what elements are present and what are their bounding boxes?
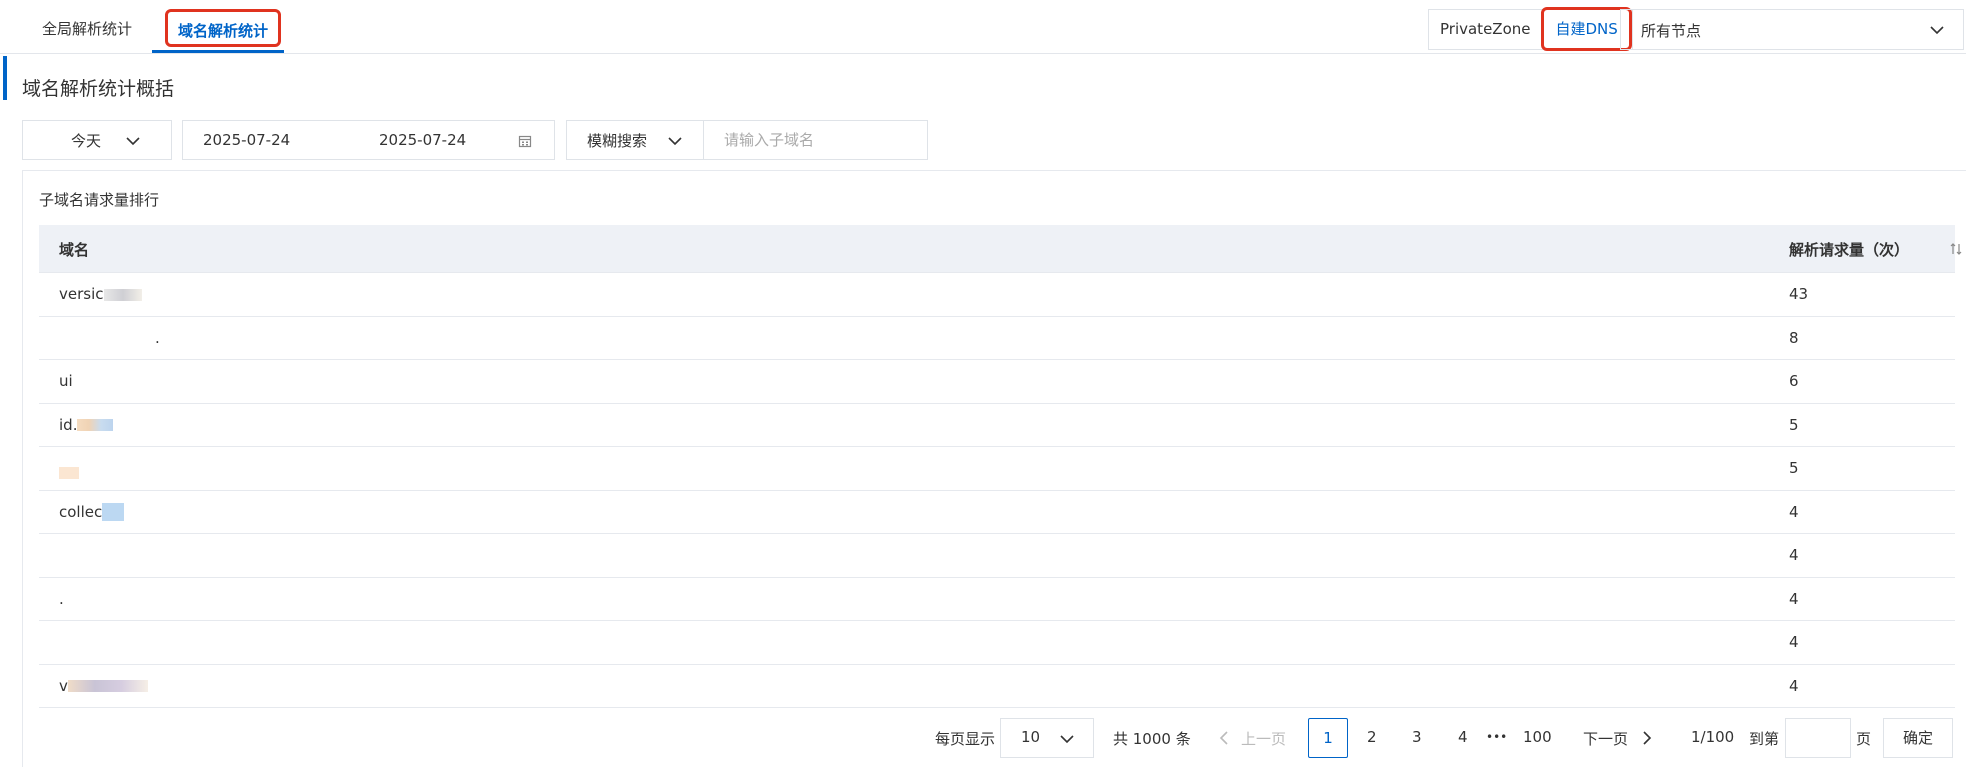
page-status: 1/100: [1691, 728, 1735, 746]
table-header: 域名 解析请求量（次）: [39, 225, 1962, 273]
page-ellipsis[interactable]: •••: [1486, 730, 1507, 744]
count-cell: 4: [1789, 589, 1799, 608]
table-row: 4: [39, 621, 1955, 665]
search-mode-select[interactable]: 模糊搜索: [566, 120, 704, 160]
redacted-block: [59, 332, 155, 344]
column-header-domain: 域名: [59, 241, 90, 259]
table-row: ui 6: [39, 360, 1955, 404]
page-button-3[interactable]: 3: [1412, 728, 1422, 746]
page-button-4[interactable]: 4: [1458, 728, 1468, 746]
domain-cell: .: [59, 329, 160, 347]
domain-cell: [59, 459, 79, 479]
node-select[interactable]: 所有节点: [1620, 9, 1964, 50]
end-date: 2025-07-24: [379, 131, 467, 149]
date-range-select[interactable]: 今天: [22, 120, 172, 160]
section-title: 域名解析统计概括: [22, 78, 175, 100]
table-row: 4: [39, 534, 1955, 578]
domain-cell: v: [59, 677, 148, 695]
tab-domain-stats[interactable]: 域名解析统计: [165, 9, 282, 47]
count-cell: 4: [1789, 546, 1799, 564]
sort-icon[interactable]: [1949, 242, 1963, 256]
count-cell: 8: [1789, 328, 1799, 347]
page-size-label: 每页显示: [935, 730, 996, 748]
ranking-table: 域名 解析请求量（次） versic 43 . 8 ui 6 id. 5 5 c…: [39, 225, 1962, 708]
top-bar: 全局解析统计 域名解析统计 PrivateZone 自建DNS 所有节点: [0, 0, 1966, 54]
env-self-dns-button[interactable]: 自建DNS: [1541, 7, 1632, 51]
chevron-down-icon: [1930, 26, 1944, 35]
date-range-value: 今天: [71, 132, 102, 150]
search-mode-value: 模糊搜索: [587, 132, 648, 150]
page-button-2[interactable]: 2: [1367, 728, 1377, 746]
table-row: 5: [39, 447, 1955, 491]
tab-global-stats[interactable]: 全局解析统计: [38, 14, 136, 46]
count-cell: 6: [1789, 372, 1799, 390]
node-select-value: 所有节点: [1641, 22, 1702, 40]
domain-cell: collec: [59, 503, 125, 521]
table-row: . 8: [39, 317, 1955, 360]
count-cell: 4: [1789, 502, 1799, 521]
count-cell: 5: [1789, 459, 1799, 477]
start-date: 2025-07-24: [203, 131, 291, 149]
domain-cell: .: [59, 589, 64, 608]
table-row: collec 4: [39, 491, 1955, 534]
chevron-right-icon: [1643, 731, 1652, 745]
confirm-button[interactable]: 确定: [1883, 718, 1953, 758]
table-row: id. 5: [39, 404, 1955, 447]
page-button-1[interactable]: 1: [1308, 718, 1348, 758]
card-title: 子域名请求量排行: [39, 191, 160, 209]
redacted-block: [102, 503, 125, 521]
table-row: v 4: [39, 665, 1955, 708]
chevron-down-icon: [1060, 735, 1074, 744]
active-tab-indicator: [152, 50, 284, 53]
pagination: 每页显示 10 共 1000 条 上一页 1 2 3 4 ••• 100 下一页…: [0, 716, 1966, 760]
env-switch: PrivateZone 自建DNS: [1428, 7, 1633, 51]
count-cell: 4: [1789, 633, 1799, 651]
domain-cell: id.: [59, 416, 114, 434]
goto-label: 到第: [1749, 730, 1780, 748]
page-suffix: 页: [1856, 730, 1872, 748]
calendar-icon: [518, 135, 532, 148]
chevron-down-icon: [126, 137, 140, 146]
domain-cell: versic: [59, 285, 142, 303]
count-cell: 5: [1789, 415, 1799, 434]
section-accent-bar: [3, 56, 7, 100]
table-row: versic 43: [39, 273, 1955, 317]
column-header-count[interactable]: 解析请求量（次）: [1789, 239, 1909, 260]
goto-page-input[interactable]: [1785, 718, 1851, 758]
redacted-block: [103, 288, 142, 301]
count-cell: 43: [1789, 285, 1809, 303]
chevron-down-icon: [668, 137, 682, 146]
redacted-block: [67, 680, 148, 692]
prev-page-button[interactable]: 上一页: [1241, 728, 1286, 749]
subdomain-search: [703, 120, 928, 160]
domain-cell: ui: [59, 372, 73, 390]
count-cell: 4: [1789, 676, 1799, 695]
total-count: 共 1000 条: [1113, 730, 1191, 748]
date-range-picker[interactable]: 2025-07-24 2025-07-24: [182, 120, 555, 160]
chevron-left-icon: [1219, 731, 1228, 745]
ranking-card: 子域名请求量排行 域名 解析请求量（次） versic 43 . 8 ui 6 …: [22, 170, 1966, 767]
redacted-block: [59, 467, 79, 479]
table-row: . 4: [39, 578, 1955, 621]
subdomain-search-input[interactable]: [704, 121, 927, 159]
env-private-zone-button[interactable]: PrivateZone: [1429, 10, 1541, 49]
redacted-block: [77, 419, 114, 431]
page-size-select[interactable]: 10: [1000, 718, 1094, 758]
page-button-last[interactable]: 100: [1523, 728, 1552, 746]
page-size-value: 10: [1021, 728, 1041, 746]
next-page-button[interactable]: 下一页: [1583, 728, 1628, 749]
